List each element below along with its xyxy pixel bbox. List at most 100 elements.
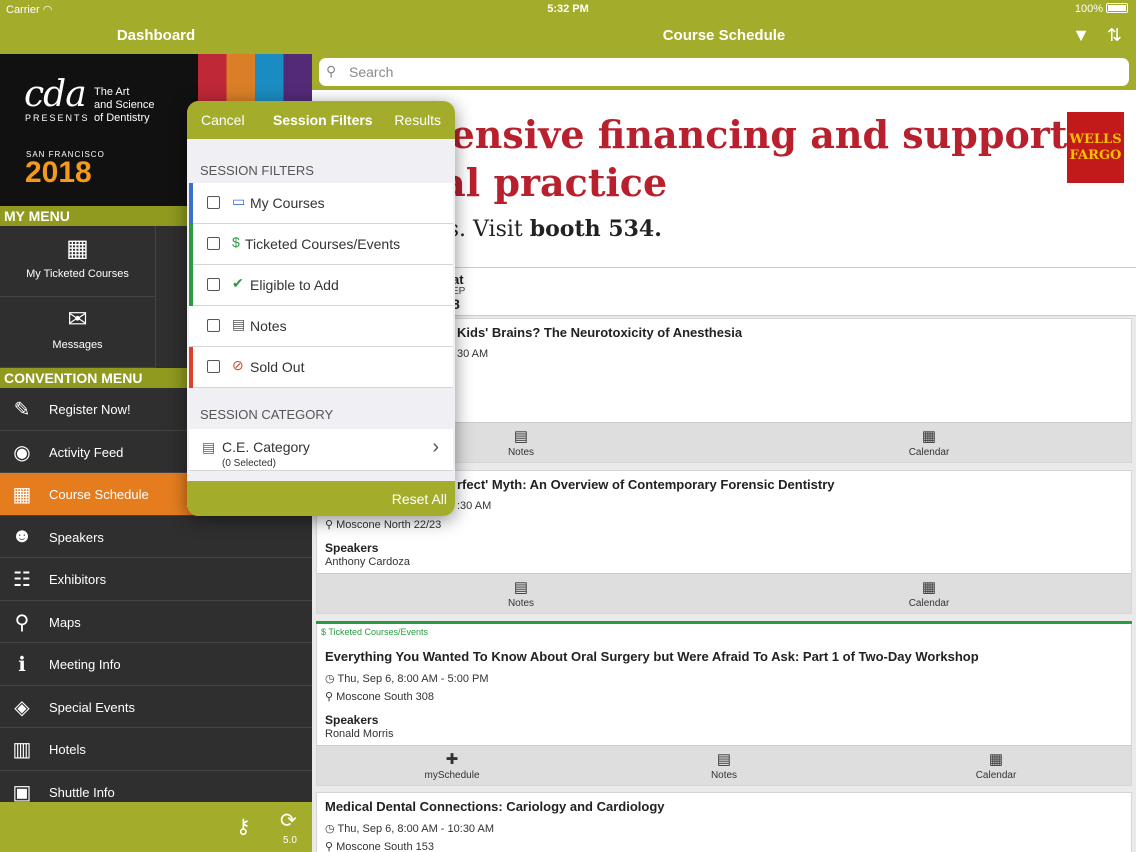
filter-accent <box>189 265 193 306</box>
notes-button[interactable]: ▤ Notes <box>421 574 621 614</box>
my-ticketed-courses-tile[interactable]: ▦ My Ticketed Courses <box>0 226 156 297</box>
calendar-plus-icon: ▦ <box>988 751 1004 768</box>
clock-icon: ◷ <box>325 823 335 835</box>
info-icon: ℹ <box>18 654 26 676</box>
results-button[interactable]: Results <box>394 112 441 128</box>
filter-checkbox[interactable] <box>207 196 220 209</box>
sync-icon[interactable]: ⟳ <box>280 808 297 833</box>
session-filters-heading: SESSION FILTERS <box>200 163 314 178</box>
ce-category-row[interactable]: ▤ C.E. Category (0 Selected) › <box>189 429 453 471</box>
filter-label: Eligible to Add <box>250 277 339 293</box>
bus-icon: ▣ <box>12 781 32 804</box>
popover-header: Cancel Session Filters Results <box>187 101 455 139</box>
edit-icon: ✎ <box>13 399 31 421</box>
nav-label: Speakers <box>49 529 104 545</box>
nav-hotels[interactable]: ▥ Hotels <box>0 728 312 771</box>
presents-label: PRESENTS <box>25 113 90 123</box>
filter-label: Sold Out <box>250 359 305 375</box>
calendar-icon: ▦ <box>66 235 89 262</box>
notes-button[interactable]: ▤ Notes <box>639 746 809 786</box>
key-icon[interactable]: ⚷ <box>236 814 251 839</box>
speakers-heading: Speakers <box>325 713 379 727</box>
check-icon: ✔ <box>232 275 244 291</box>
popover-footer: Reset All <box>187 481 455 516</box>
search-box: ⚲ <box>319 58 1129 86</box>
filter-eligible-to-add[interactable]: ✔ Eligible to Add <box>189 265 453 306</box>
nav-label: Special Events <box>49 699 135 715</box>
nav-meeting-info[interactable]: ℹ Meeting Info <box>0 643 312 686</box>
tile-label: Messages <box>52 339 103 351</box>
cda-logo-text: cda <box>24 74 87 115</box>
filter-my-courses[interactable]: ▭ My Courses <box>189 183 453 224</box>
speaker-name[interactable]: Ronald Morris <box>325 728 393 740</box>
calendar-button[interactable]: ▦ Calendar <box>829 423 1029 463</box>
document-icon: ▤ <box>232 316 246 332</box>
filter-label: Notes <box>250 318 287 334</box>
nav-label: Shuttle Info <box>49 784 115 800</box>
plus-icon: ✚ <box>445 751 459 768</box>
tagline-line: of Dentistry <box>94 112 150 124</box>
calendar-plus-icon: ▦ <box>921 428 937 445</box>
nav-maps[interactable]: ⚲ Maps <box>0 601 312 643</box>
cancel-button[interactable]: Cancel <box>201 112 245 128</box>
filter-label: My Courses <box>250 195 325 211</box>
session-actions: ✚ mySchedule ▤ Notes ▦ Calendar <box>317 745 1131 785</box>
filter-checkbox[interactable] <box>207 360 220 373</box>
page-title: Course Schedule <box>662 27 786 44</box>
speaker-name[interactable]: Anthony Cardoza <box>325 556 410 568</box>
myschedule-button[interactable]: ✚ mySchedule <box>367 746 537 786</box>
filter-checkbox[interactable] <box>207 237 220 250</box>
action-label: Notes <box>710 770 738 781</box>
ticketed-tag: $ Ticketed Courses/Events <box>321 627 429 637</box>
session-time: 30 AM <box>457 348 489 360</box>
ticketed-accent-bar <box>316 621 1132 624</box>
nav-label: Meeting Info <box>49 657 121 672</box>
filter-sold-out[interactable]: ⊘ Sold Out <box>189 347 453 388</box>
filter-checkbox[interactable] <box>207 278 220 291</box>
session-title: Medical Dental Connections: Cariology an… <box>325 799 665 814</box>
category-label: C.E. Category <box>222 439 310 455</box>
filter-label: Ticketed Courses/Events <box>245 236 401 252</box>
category-selected-count: (0 Selected) <box>222 458 276 469</box>
presenter-icon: ☻ <box>11 524 33 547</box>
nav-special-events[interactable]: ◈ Special Events <box>0 686 312 728</box>
tagline-line: The Art <box>94 86 130 98</box>
filter-checkbox[interactable] <box>207 319 220 332</box>
sort-icon[interactable]: ⇅ <box>1107 25 1122 45</box>
nav-label: Hotels <box>49 742 86 757</box>
calendar-button[interactable]: ▦ Calendar <box>911 746 1081 786</box>
nav-exhibitors[interactable]: ☷ Exhibitors <box>0 558 312 601</box>
speakers-heading: Speakers <box>325 541 379 555</box>
header-actions: ▼ ⇅ <box>1060 25 1122 46</box>
filter-notes[interactable]: ▤ Notes <box>189 306 453 347</box>
session-card[interactable]: Medical Dental Connections: Cariology an… <box>316 792 1132 852</box>
session-location: ⚲ Moscone South 308 <box>325 691 434 703</box>
session-title: Everything You Wanted To Know About Oral… <box>325 649 979 664</box>
clock: 5:32 PM <box>547 3 589 15</box>
calendar-button[interactable]: ▦ Calendar <box>829 574 1029 614</box>
messages-tile[interactable]: ✉ Messages <box>0 297 156 368</box>
tagline-line: and Science <box>94 99 155 111</box>
building-icon: ▥ <box>12 739 32 761</box>
app-version: 5.0 <box>283 835 297 846</box>
filter-ticketed-courses[interactable]: $ Ticketed Courses/Events <box>189 224 453 265</box>
action-label: Calendar <box>908 598 950 609</box>
group-icon: ☷ <box>13 569 31 591</box>
session-location: ⚲ Moscone North 22/23 <box>325 519 442 531</box>
map-marker-icon: ⚲ <box>14 611 30 634</box>
chevron-right-icon: › <box>432 436 439 458</box>
sidebar-footer: ⚷ ⟳ 5.0 <box>0 802 312 852</box>
session-location: ⚲ Moscone South 153 <box>325 841 434 852</box>
action-label: Calendar <box>908 447 950 458</box>
search-input[interactable] <box>349 62 1109 82</box>
session-category-heading: SESSION CATEGORY <box>200 407 334 422</box>
session-card[interactable]: $ Ticketed Courses/Events Everything You… <box>316 621 1132 786</box>
wells-fargo-logo: WELLS FARGO <box>1067 112 1124 183</box>
filter-accent <box>189 347 193 388</box>
nav-speakers[interactable]: ☻ Speakers <box>0 516 312 558</box>
reset-all-button[interactable]: Reset All <box>392 491 447 507</box>
calendar-icon: ▦ <box>12 484 32 506</box>
battery-icon <box>1106 3 1128 13</box>
ticket-icon: ◈ <box>14 696 30 719</box>
filter-icon[interactable]: ▼ <box>1072 25 1090 45</box>
